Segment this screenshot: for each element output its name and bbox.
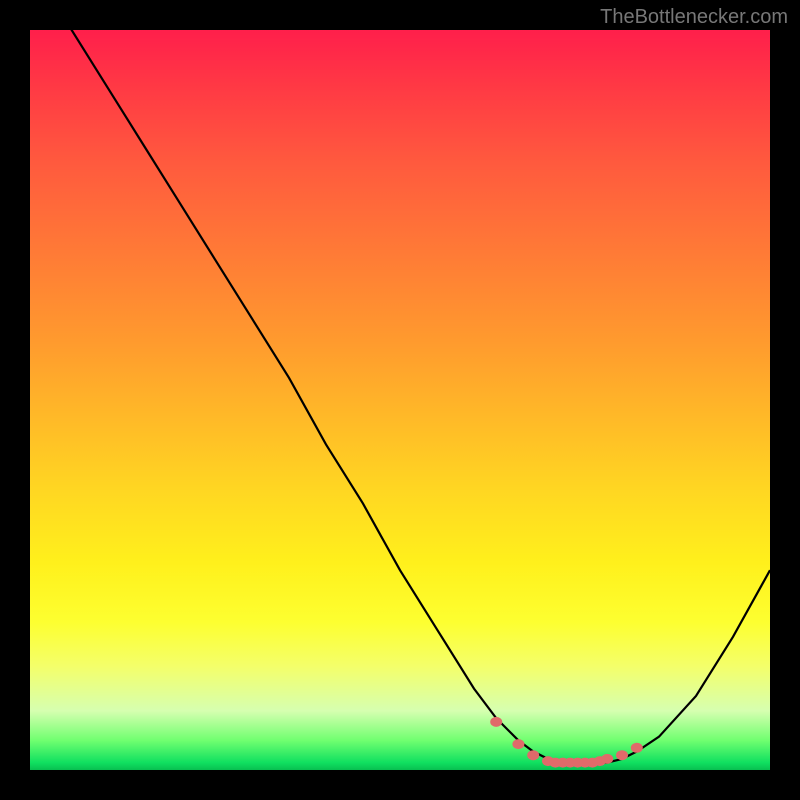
attribution-text: TheBottlenecker.com (600, 6, 788, 29)
marker-dot (601, 754, 613, 764)
chart-curve-line (30, 30, 770, 763)
plot-area (30, 30, 770, 770)
marker-dot (490, 717, 502, 727)
marker-dot (512, 739, 524, 749)
marker-dot (631, 743, 643, 753)
chart-svg (30, 30, 770, 770)
marker-dot (527, 750, 539, 760)
marker-dot (616, 750, 628, 760)
